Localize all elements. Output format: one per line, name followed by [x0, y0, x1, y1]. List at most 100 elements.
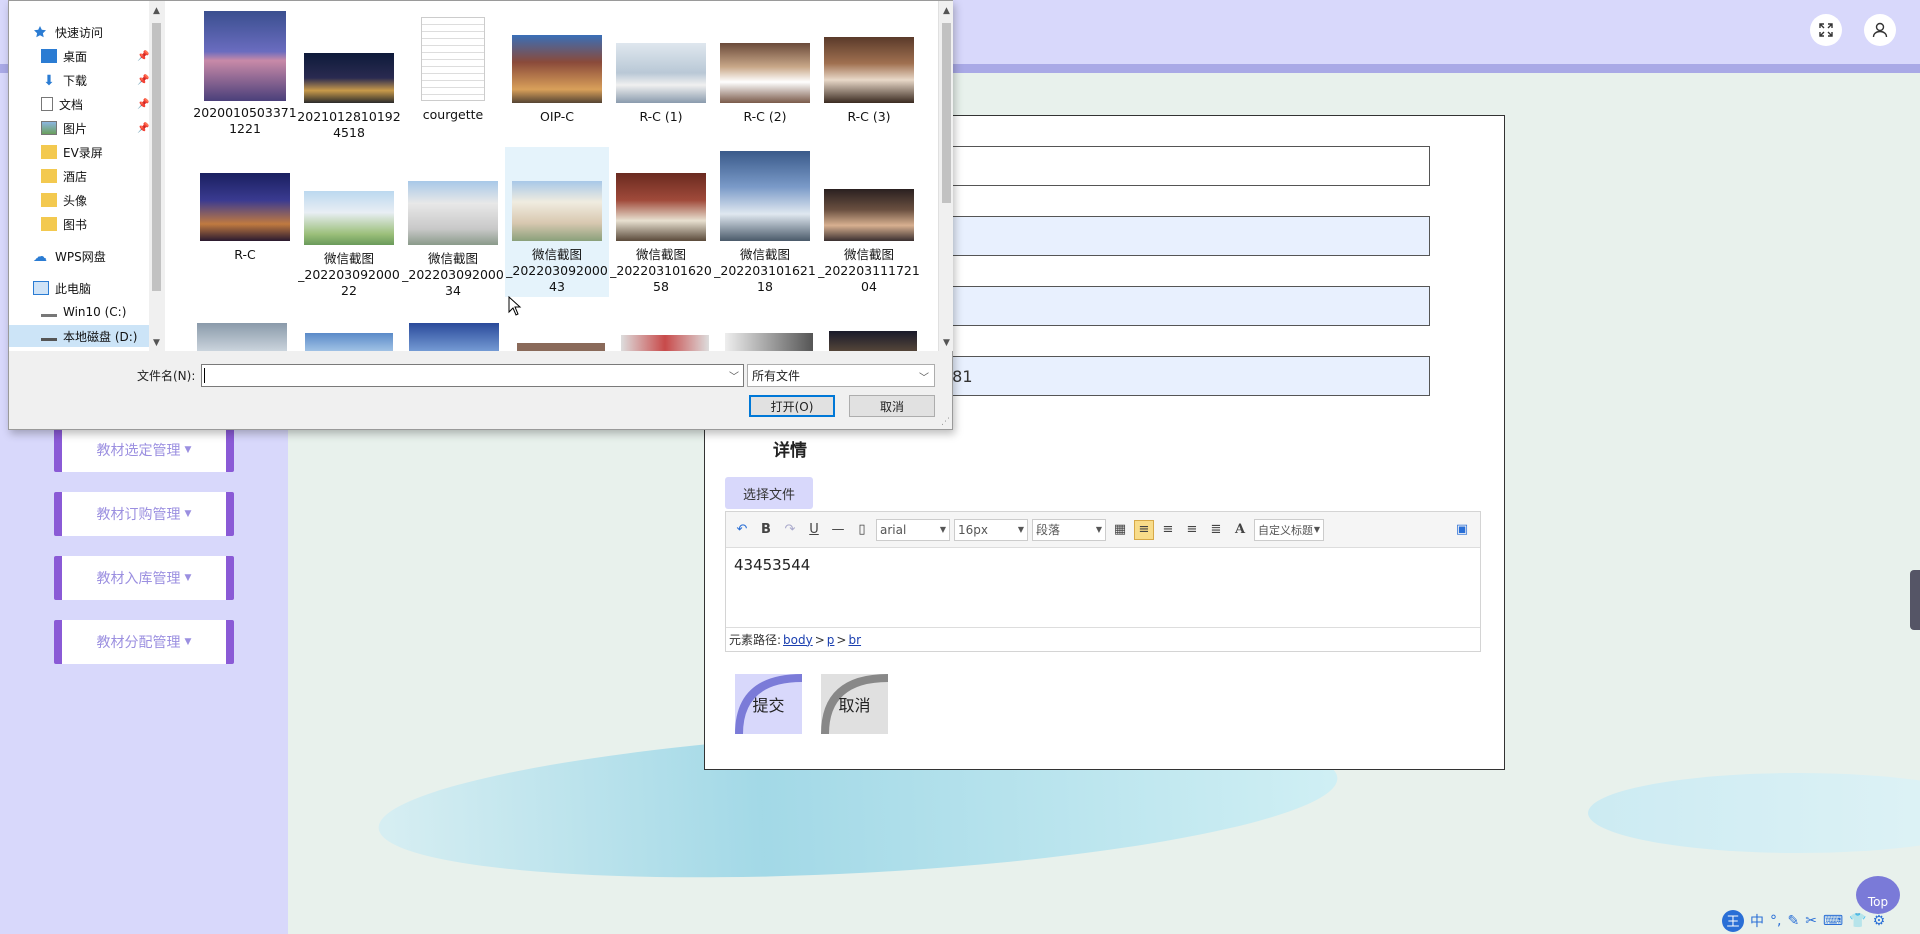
open-button[interactable]: 打开(O): [749, 395, 835, 417]
align-justify-icon[interactable]: ≣: [1206, 520, 1226, 540]
file-thumbnail: [824, 189, 914, 241]
scroll-thumb[interactable]: [152, 23, 161, 291]
file-name: R-C (1): [639, 109, 683, 124]
resize-grip-icon[interactable]: ⋰: [941, 417, 950, 427]
file-type-filter[interactable]: 所有文件 ﹀: [747, 364, 935, 387]
file-item[interactable]: R-C (3): [817, 37, 921, 127]
file-thumbnail[interactable]: [517, 343, 605, 351]
nav-folder-ev[interactable]: EV录屏: [41, 141, 103, 163]
file-item[interactable]: 2021012810192 4518: [297, 53, 401, 143]
nav-desktop[interactable]: 桌面 📌: [41, 45, 149, 67]
align-left-icon[interactable]: ≡: [1134, 519, 1154, 540]
fullscreen-editor-icon[interactable]: ▣: [1452, 520, 1472, 540]
choose-file-button[interactable]: 选择文件: [725, 477, 813, 509]
file-item[interactable]: 微信截图 _202203092000 22: [297, 191, 401, 298]
dialog-cancel-button[interactable]: 取消: [849, 395, 935, 417]
file-thumbnail: [616, 43, 706, 103]
file-item[interactable]: R-C (2): [713, 43, 817, 127]
file-name: 4518: [333, 125, 365, 140]
align-right-icon[interactable]: ≡: [1158, 520, 1178, 540]
skin-icon[interactable]: 👕: [1849, 913, 1866, 929]
fullscreen-button[interactable]: [1810, 14, 1842, 46]
pen-icon[interactable]: ✎: [1787, 913, 1799, 929]
nav-scrollbar[interactable]: ▲ ▼: [149, 1, 164, 351]
sidebar-item-warehousing[interactable]: 教材入库管理 ▼: [54, 556, 234, 600]
undo-icon[interactable]: ↶: [732, 520, 752, 540]
bold-icon[interactable]: B: [756, 520, 776, 540]
side-handle[interactable]: [1910, 570, 1920, 630]
file-item[interactable]: 微信截图 _202203101620 58: [609, 173, 713, 297]
nav-wps-cloud[interactable]: ☁ WPS网盘: [33, 245, 106, 267]
file-item[interactable]: 微信截图 _202203111721 04: [817, 189, 921, 297]
nav-label: 快速访问: [55, 25, 104, 40]
nav-folder-books[interactable]: 图书: [41, 213, 87, 235]
file-thumbnail[interactable]: [829, 331, 917, 351]
nav-folder-avatar[interactable]: 头像: [41, 189, 87, 211]
path-link-p[interactable]: p: [827, 633, 835, 647]
underline-icon[interactable]: U: [804, 520, 824, 540]
scroll-down-icon[interactable]: ▼: [149, 335, 164, 350]
nav-quick-access[interactable]: 快速访问: [33, 21, 149, 43]
nav-documents[interactable]: 文档 📌: [41, 93, 149, 115]
sidebar-item-distribution[interactable]: 教材分配管理 ▼: [54, 620, 234, 664]
file-thumbnail[interactable]: [725, 333, 813, 351]
filename-input[interactable]: ﹀: [201, 364, 744, 387]
settings-icon[interactable]: ⚙: [1873, 913, 1886, 929]
nav-folder-hotel[interactable]: 酒店: [41, 165, 87, 187]
submit-button[interactable]: 提交: [735, 674, 802, 734]
scroll-up-icon[interactable]: ▲: [939, 3, 954, 18]
path-link-body[interactable]: body: [783, 633, 813, 647]
path-link-br[interactable]: br: [848, 633, 861, 647]
file-thumbnail[interactable]: [305, 333, 393, 351]
horizontal-rule-icon[interactable]: —: [828, 520, 848, 540]
align-center-icon[interactable]: ≡: [1182, 520, 1202, 540]
file-item[interactable]: R-C (1): [609, 43, 713, 127]
file-list-scrollbar[interactable]: ▲ ▼: [938, 1, 953, 351]
scroll-up-icon[interactable]: ▲: [149, 3, 164, 18]
font-size-select[interactable]: 16px ▼: [954, 518, 1028, 541]
file-item[interactable]: 微信截图 _202203092000 43: [505, 147, 609, 297]
sidebar-item-selection[interactable]: 教材选定管理 ▼: [54, 428, 234, 472]
table-icon[interactable]: ▦: [1110, 520, 1130, 540]
font-color-icon[interactable]: A: [1230, 520, 1250, 540]
file-item[interactable]: 微信截图 _202203101621 18: [713, 151, 817, 297]
nav-drive-d[interactable]: 本地磁盘 (D:): [9, 325, 149, 347]
user-button[interactable]: [1864, 14, 1896, 46]
ime-logo[interactable]: 王: [1722, 909, 1744, 932]
file-item[interactable]: 微信截图 _202203092000 34: [401, 181, 505, 298]
scroll-thumb[interactable]: [942, 23, 951, 203]
file-thumbnail[interactable]: [197, 323, 287, 351]
rich-text-editor: ↶ B ↷ U — ▯ arial ▼ 16px ▼ 段落 ▼ ▦ ≡ ≡ ≡ ≣ A…: [725, 511, 1481, 652]
scroll-down-icon[interactable]: ▼: [939, 335, 954, 350]
nav-drive-c[interactable]: Win10 (C:): [41, 301, 126, 323]
sidebar-item-purchase[interactable]: 教材订购管理 ▼: [54, 492, 234, 536]
file-item[interactable]: R-C: [193, 173, 297, 263]
sidebar-item-label: 教材分配管理: [96, 635, 181, 651]
punctuation-icon[interactable]: °,: [1770, 913, 1781, 929]
custom-title-select[interactable]: 自定义标题 ▼: [1254, 518, 1324, 541]
nav-downloads[interactable]: ⬇ 下载 📌: [41, 69, 149, 91]
page-icon[interactable]: ▯: [852, 520, 872, 540]
chevron-down-icon[interactable]: ﹀: [729, 368, 739, 383]
desktop-icon: [41, 49, 57, 63]
ime-mode[interactable]: 中: [1750, 911, 1764, 931]
nav-label: 图片: [63, 121, 88, 136]
paragraph-select[interactable]: 段落 ▼: [1032, 518, 1106, 541]
scissors-icon[interactable]: ✂: [1805, 913, 1817, 929]
keyboard-icon[interactable]: ⌨: [1823, 913, 1843, 929]
download-icon: ⬇: [43, 73, 55, 89]
nav-label: Win10 (C:): [63, 305, 127, 319]
file-item[interactable]: courgette: [401, 17, 505, 127]
file-thumbnail: [824, 37, 914, 103]
file-thumbnail[interactable]: [621, 335, 709, 351]
editor-content[interactable]: 43453544: [726, 548, 1480, 627]
nav-this-pc[interactable]: 此电脑: [33, 277, 91, 299]
file-thumbnail[interactable]: [409, 323, 499, 351]
file-name: 04: [861, 279, 877, 294]
nav-pictures[interactable]: 图片 📌: [41, 117, 149, 139]
font-family-select[interactable]: arial ▼: [876, 518, 950, 541]
file-item[interactable]: OIP-C: [505, 35, 609, 127]
redo-icon[interactable]: ↷: [780, 520, 800, 540]
cancel-button[interactable]: 取消: [821, 674, 888, 734]
file-item[interactable]: 2020010503371 1221: [193, 11, 297, 143]
